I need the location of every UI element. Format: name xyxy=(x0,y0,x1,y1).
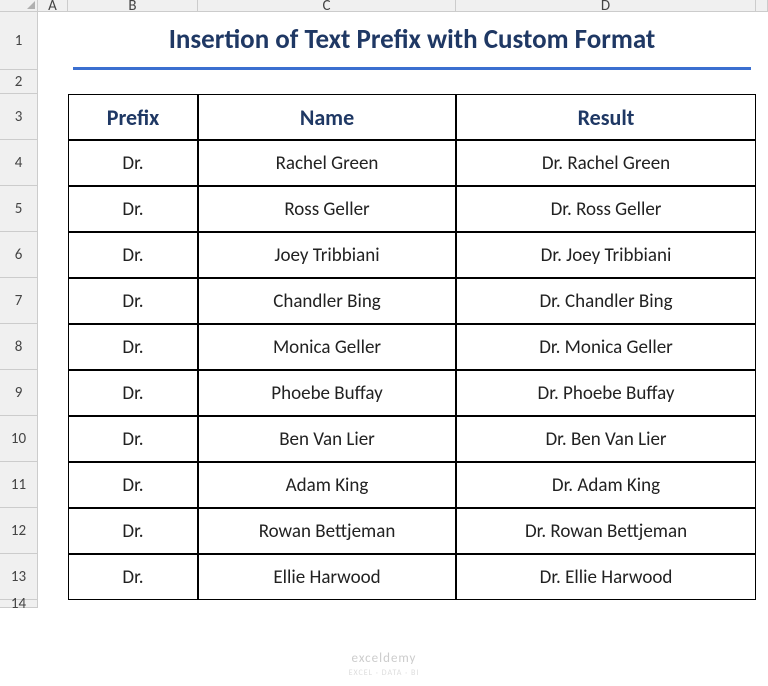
row-header-7[interactable]: 7 xyxy=(0,278,38,324)
cell-prefix[interactable]: Dr. xyxy=(68,278,198,324)
col-header-d[interactable]: D xyxy=(456,0,756,12)
cell-result[interactable]: Dr. Rachel Green xyxy=(456,140,756,186)
cell-prefix[interactable]: Dr. xyxy=(68,508,198,554)
watermark-text: exceldemy xyxy=(352,651,417,666)
row-header-14[interactable]: 14 xyxy=(0,600,38,608)
cell-name[interactable]: Adam King xyxy=(198,462,456,508)
cell-name[interactable]: Rowan Bettjeman xyxy=(198,508,456,554)
cell-prefix[interactable]: Dr. xyxy=(68,462,198,508)
row-header-9[interactable]: 9 xyxy=(0,370,38,416)
row-header-5[interactable]: 5 xyxy=(0,186,38,232)
cell-result[interactable]: Dr. Ross Geller xyxy=(456,186,756,232)
cell-prefix[interactable]: Dr. xyxy=(68,140,198,186)
col-header-b[interactable]: B xyxy=(68,0,198,12)
cell-result[interactable]: Dr. Ellie Harwood xyxy=(456,554,756,600)
watermark-subtext: EXCEL · DATA · BI xyxy=(349,668,420,678)
cell-name[interactable]: Ross Geller xyxy=(198,186,456,232)
row-header-8[interactable]: 8 xyxy=(0,324,38,370)
cell-name[interactable]: Phoebe Buffay xyxy=(198,370,456,416)
cell-result[interactable]: Dr. Adam King xyxy=(456,462,756,508)
cell-result[interactable]: Dr. Rowan Bettjeman xyxy=(456,508,756,554)
cell-prefix[interactable]: Dr. xyxy=(68,324,198,370)
row-header-2[interactable]: 2 xyxy=(0,70,38,94)
cell-result[interactable]: Dr. Ben Van Lier xyxy=(456,416,756,462)
cell-name[interactable]: Joey Tribbiani xyxy=(198,232,456,278)
cell-prefix[interactable]: Dr. xyxy=(68,554,198,600)
cell-name[interactable]: Rachel Green xyxy=(198,140,456,186)
row-header-6[interactable]: 6 xyxy=(0,232,38,278)
cell-result[interactable]: Dr. Monica Geller xyxy=(456,324,756,370)
select-all-corner[interactable] xyxy=(0,0,38,12)
row-header-4[interactable]: 4 xyxy=(0,140,38,186)
cell-prefix[interactable]: Dr. xyxy=(68,370,198,416)
cell-name[interactable]: Ben Van Lier xyxy=(198,416,456,462)
cell-prefix[interactable]: Dr. xyxy=(68,186,198,232)
col-header-blank xyxy=(756,0,768,12)
row-header-3[interactable]: 3 xyxy=(0,94,38,140)
col-header-c[interactable]: C xyxy=(198,0,456,12)
page-title[interactable]: Insertion of Text Prefix with Custom For… xyxy=(73,12,751,70)
cell-prefix[interactable]: Dr. xyxy=(68,416,198,462)
col-header-a[interactable]: A xyxy=(38,0,68,12)
cell-result[interactable]: Dr. Chandler Bing xyxy=(456,278,756,324)
row-header-12[interactable]: 12 xyxy=(0,508,38,554)
cell-result[interactable]: Dr. Joey Tribbiani xyxy=(456,232,756,278)
spreadsheet-grid: A B C D 1 2 3 4 5 6 7 8 9 10 11 12 13 14… xyxy=(0,0,768,608)
table-header-prefix[interactable]: Prefix xyxy=(68,94,198,140)
table-header-name[interactable]: Name xyxy=(198,94,456,140)
row-header-13[interactable]: 13 xyxy=(0,554,38,600)
cell-prefix[interactable]: Dr. xyxy=(68,232,198,278)
cell-name[interactable]: Ellie Harwood xyxy=(198,554,456,600)
cell-result[interactable]: Dr. Phoebe Buffay xyxy=(456,370,756,416)
cell-name[interactable]: Monica Geller xyxy=(198,324,456,370)
row-header-1[interactable]: 1 xyxy=(0,12,38,70)
table-header-result[interactable]: Result xyxy=(456,94,756,140)
row-header-10[interactable]: 10 xyxy=(0,416,38,462)
row-header-11[interactable]: 11 xyxy=(0,462,38,508)
cell-name[interactable]: Chandler Bing xyxy=(198,278,456,324)
